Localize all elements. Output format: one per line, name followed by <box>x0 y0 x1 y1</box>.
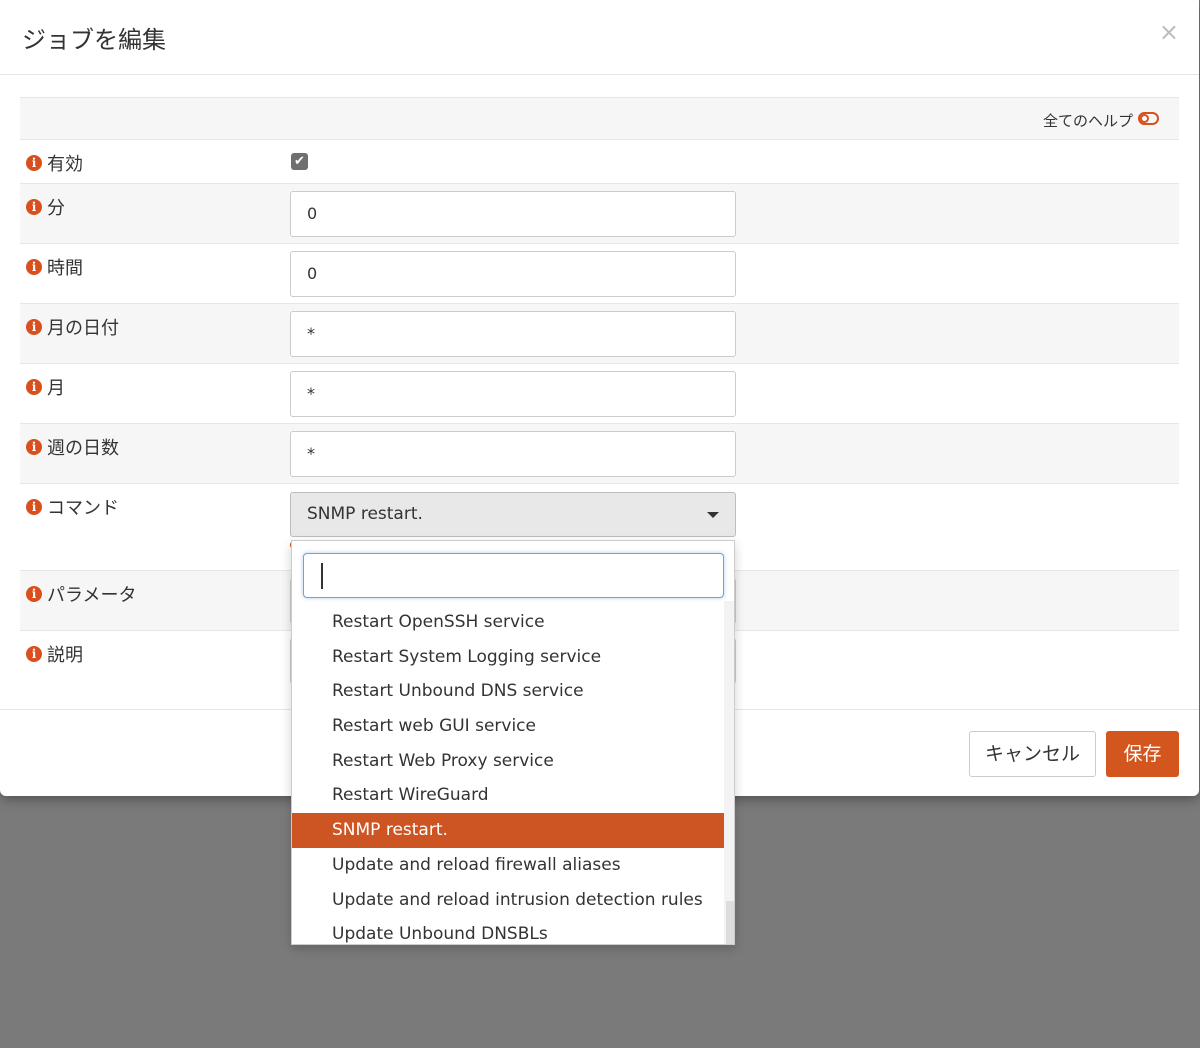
cancel-button[interactable]: キャンセル <box>969 731 1096 777</box>
help-toggle[interactable] <box>1138 112 1159 125</box>
label-month: 月 <box>47 378 65 399</box>
label-hours: 時間 <box>47 258 83 279</box>
help-row: 全てのヘルプ <box>20 97 1179 139</box>
label-minutes: 分 <box>47 198 65 219</box>
save-button[interactable]: 保存 <box>1106 731 1179 777</box>
day-of-week-input[interactable]: * <box>290 431 736 477</box>
dropdown-option[interactable]: Restart System Logging service <box>292 640 724 675</box>
info-icon[interactable]: i <box>26 319 42 335</box>
dropdown-option[interactable]: Restart OpenSSH service <box>292 605 724 640</box>
command-selected-value: SNMP restart. <box>307 504 423 524</box>
row-enabled: i 有効 ✔ <box>20 139 1179 183</box>
dropdown-option[interactable]: Restart web GUI service <box>292 709 724 744</box>
all-help-label: 全てのヘルプ <box>1042 112 1133 130</box>
label-parameters: パラメータ <box>47 585 137 606</box>
modal-header: ジョブを編集 × <box>0 0 1199 75</box>
minutes-input[interactable]: 0 <box>290 191 736 237</box>
info-icon[interactable]: i <box>26 499 42 515</box>
enabled-checkbox[interactable]: ✔ <box>291 153 308 170</box>
dropdown-option[interactable]: Restart WireGuard <box>292 778 724 813</box>
label-description: 説明 <box>47 645 83 666</box>
close-icon[interactable]: × <box>1159 20 1179 44</box>
row-hours: i 時間 0 <box>20 243 1179 303</box>
label-day-of-month: 月の日付 <box>47 318 119 339</box>
command-dropdown: Restart OpenSSH service Restart System Lo… <box>291 540 735 945</box>
dropdown-option[interactable]: SNMP restart. <box>292 813 724 848</box>
dropdown-search-field[interactable] <box>304 554 723 597</box>
row-day-of-month: i 月の日付 * <box>20 303 1179 363</box>
dropdown-option[interactable]: Update and reload intrusion detection ru… <box>292 883 724 918</box>
label-day-of-week: 週の日数 <box>47 438 119 459</box>
info-icon[interactable]: i <box>26 155 42 171</box>
dropdown-option[interactable]: Update Unbound DNSBLs <box>292 917 724 944</box>
dropdown-search-input[interactable] <box>303 553 724 598</box>
dropdown-option[interactable]: Restart Unbound DNS service <box>292 674 724 709</box>
text-cursor <box>321 563 323 589</box>
info-icon[interactable]: i <box>26 199 42 215</box>
label-command: コマンド <box>47 498 119 519</box>
info-icon[interactable]: i <box>26 439 42 455</box>
row-minutes: i 分 0 <box>20 183 1179 243</box>
info-icon[interactable]: i <box>26 586 42 602</box>
row-day-of-week: i 週の日数 * <box>20 423 1179 483</box>
dropdown-option[interactable]: Update and reload firewall aliases <box>292 848 724 883</box>
hours-input[interactable]: 0 <box>290 251 736 297</box>
info-icon[interactable]: i <box>26 259 42 275</box>
command-select[interactable]: SNMP restart. <box>290 492 736 537</box>
day-of-month-input[interactable]: * <box>290 311 736 357</box>
dropdown-scrollbar[interactable] <box>724 601 734 944</box>
caret-down-icon <box>707 512 719 518</box>
dropdown-option[interactable]: Restart Web Proxy service <box>292 744 724 779</box>
label-enabled: 有効 <box>47 154 83 175</box>
modal-title: ジョブを編集 <box>22 26 166 54</box>
info-icon[interactable]: i <box>26 379 42 395</box>
row-month: i 月 * <box>20 363 1179 423</box>
info-icon[interactable]: i <box>26 646 42 662</box>
dropdown-options: Restart OpenSSH service Restart System Lo… <box>292 605 724 944</box>
month-input[interactable]: * <box>290 371 736 417</box>
dropdown-scrollbar-thumb[interactable] <box>726 901 734 944</box>
